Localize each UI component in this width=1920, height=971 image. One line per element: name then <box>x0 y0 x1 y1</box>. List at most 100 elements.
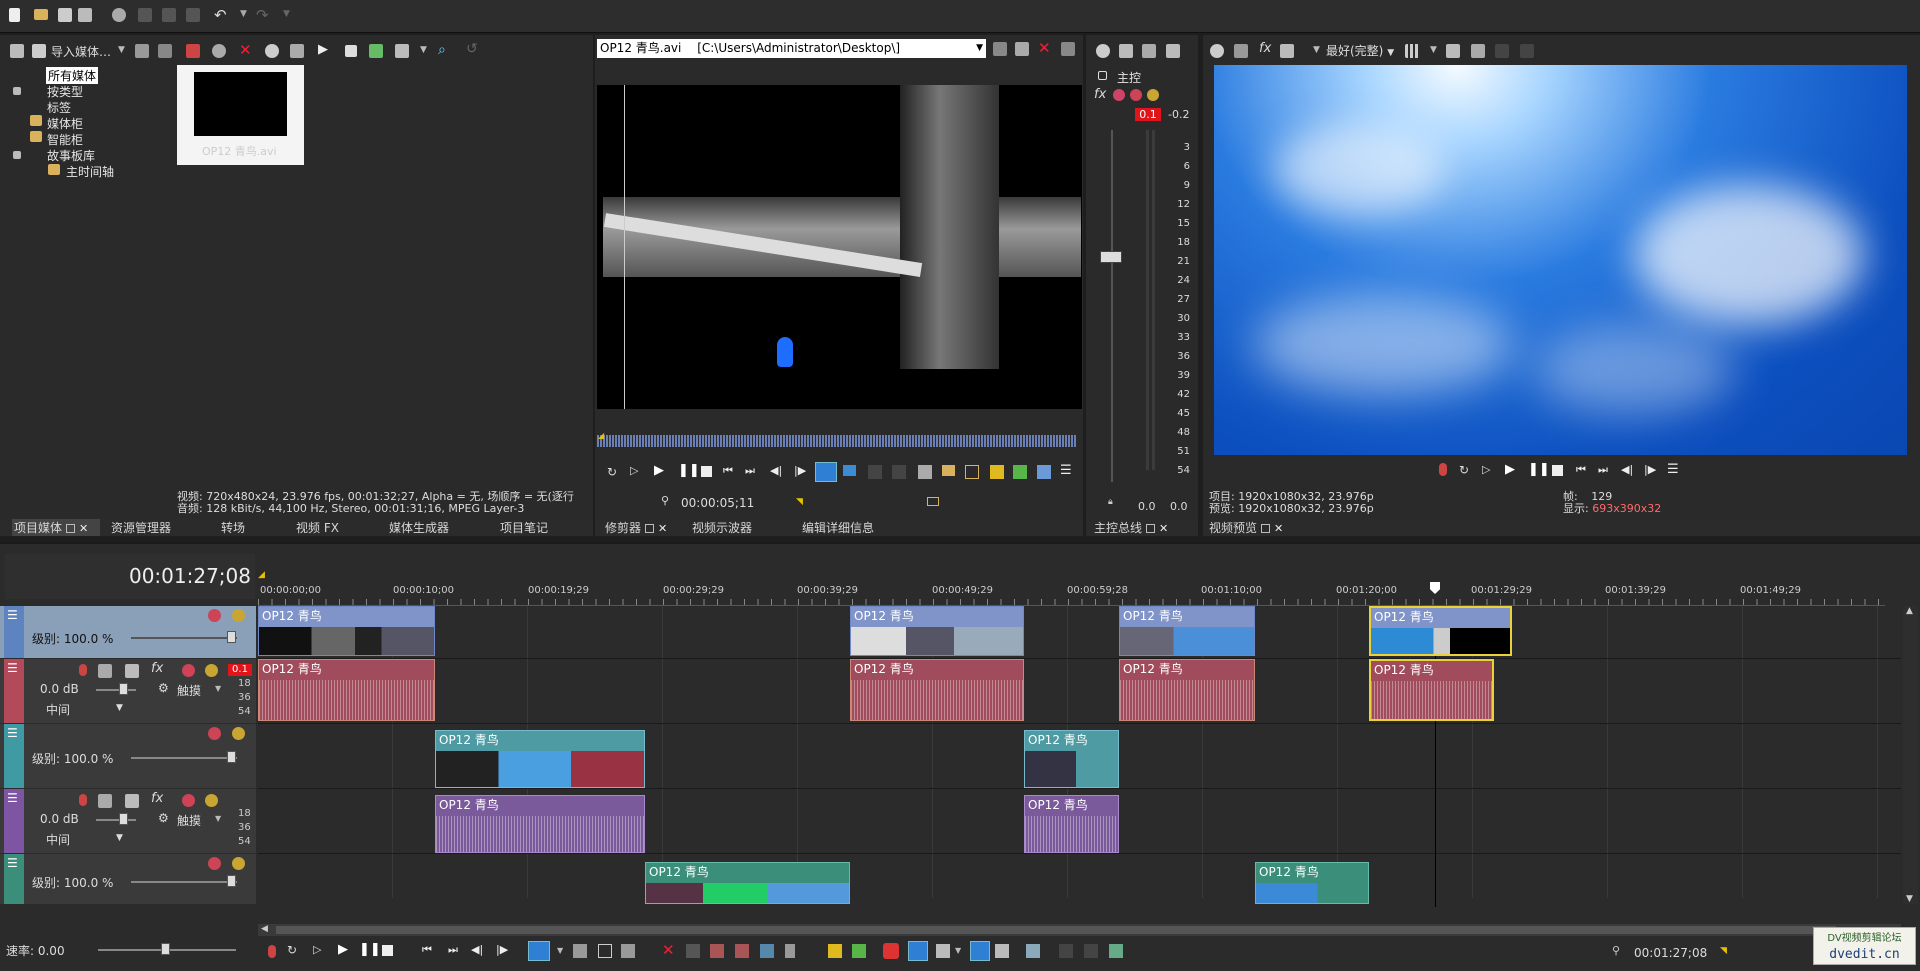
mute-icon[interactable] <box>208 857 221 870</box>
video-clip[interactable]: OP12 青鸟 <box>850 606 1024 656</box>
tab-project-notes[interactable]: 项目笔记 <box>500 519 548 536</box>
track-fx-label[interactable]: 触摸 <box>177 812 201 829</box>
delete-icon[interactable]: ✕ <box>662 941 676 959</box>
solo-icon[interactable] <box>1147 89 1159 101</box>
rotate-icon[interactable]: ↺ <box>466 41 478 57</box>
playhead-line[interactable] <box>624 85 625 409</box>
undo-dropdown-icon[interactable]: ▼ <box>240 9 247 19</box>
views-menu-icon[interactable] <box>395 44 409 58</box>
tab-project-media[interactable]: 项目媒体 ✕ <box>12 519 101 536</box>
scroll-left-icon[interactable]: ◀ <box>261 924 268 934</box>
solo-icon[interactable] <box>232 727 245 740</box>
volume-knob[interactable] <box>119 813 128 825</box>
audio-clip[interactable]: OP12 青鸟 <box>1119 659 1255 721</box>
save-as-icon[interactable] <box>78 8 92 22</box>
selection-tool-icon[interactable] <box>598 944 612 958</box>
trimmer-overview-bar[interactable] <box>597 435 1077 447</box>
paste-icon[interactable] <box>186 8 200 22</box>
trimmer-options-icon[interactable] <box>1061 42 1075 56</box>
media-thumbnail[interactable]: OP12 青鸟.avi <box>177 65 304 165</box>
insert-icon[interactable] <box>868 465 882 479</box>
mark-in-icon[interactable]: ◥ <box>796 497 803 507</box>
tree-item-media-bins[interactable]: 媒体柜 <box>47 115 83 132</box>
audio-clip[interactable]: OP12 青鸟 <box>850 659 1024 721</box>
chevron-down-icon[interactable]: ▼ <box>215 814 221 823</box>
stop-icon[interactable] <box>701 466 712 477</box>
next-frame-icon[interactable]: |▶ <box>1644 463 1658 477</box>
settings-gear-icon[interactable] <box>112 8 126 22</box>
overwrite-icon[interactable] <box>843 465 856 476</box>
record-mic-icon[interactable] <box>1439 463 1447 476</box>
copy-icon[interactable] <box>162 8 176 22</box>
solo-icon[interactable] <box>232 857 245 870</box>
properties-gear-icon[interactable] <box>265 44 279 58</box>
go-to-end-icon[interactable]: ⏭ <box>448 943 462 957</box>
play-icon[interactable]: ▶ <box>318 42 328 57</box>
normal-edit-tool-icon[interactable] <box>528 941 550 961</box>
pause-icon[interactable]: ❚❚ <box>359 942 381 957</box>
mixer-settings-icon[interactable] <box>1166 44 1180 58</box>
video-clip[interactable]: OP12 青鸟 <box>435 730 645 788</box>
lock-icon[interactable]: 🔒︎ <box>1108 497 1113 507</box>
tab-media-generators[interactable]: 媒体生成器 <box>389 519 449 536</box>
play-from-start-icon[interactable]: ▷ <box>630 464 644 478</box>
vertical-scrollbar[interactable]: ▲ ▼ <box>1903 606 1918 904</box>
stop-icon[interactable] <box>345 45 357 57</box>
add-to-timeline-icon[interactable] <box>1015 42 1029 56</box>
overlays-grid-icon[interactable] <box>1405 44 1419 58</box>
snapping-icon[interactable] <box>970 941 990 961</box>
downmix-icon[interactable] <box>1119 44 1133 58</box>
fx-chain-icon[interactable]: ⚙ <box>158 681 169 695</box>
clear-trimmer-icon[interactable]: ✕ <box>1038 39 1051 57</box>
tool-icon[interactable] <box>1109 944 1123 958</box>
preview-settings-gear-icon[interactable] <box>1210 44 1224 58</box>
go-to-end-icon[interactable]: ⏭ <box>745 464 759 478</box>
preview-quality-select[interactable]: 最好(完整) ▼ <box>1326 42 1394 59</box>
timeline-ruler[interactable]: 00:00:00;00 00:00:10;00 00:00:19;29 00:0… <box>258 584 1885 606</box>
tab-video-scopes[interactable]: 视频示波器 <box>692 519 752 536</box>
fx-chain-icon[interactable]: ⚙ <box>158 811 169 825</box>
play-icon[interactable]: ▶ <box>338 942 352 957</box>
mute-icon[interactable] <box>1130 89 1142 101</box>
lock-envelopes-icon[interactable] <box>995 944 1009 958</box>
zoom-tool-icon[interactable] <box>621 944 635 958</box>
video-clip[interactable]: OP12 青鸟 <box>645 862 850 904</box>
automation-icon[interactable] <box>125 794 139 808</box>
tab-trimmer[interactable]: 修剪器 ✕ <box>605 519 677 536</box>
import-media-button[interactable]: 导入媒体… <box>51 43 111 60</box>
audio-clip[interactable]: OP12 青鸟 <box>435 795 645 853</box>
prev-frame-icon[interactable]: ◀| <box>770 464 784 478</box>
video-clip[interactable]: OP12 青鸟 <box>258 606 435 656</box>
track-header-5[interactable]: ☰ 级别: 100.0 % <box>0 854 256 904</box>
trim-end-icon[interactable] <box>735 944 749 958</box>
video-clip[interactable]: OP12 青鸟 <box>1024 730 1119 788</box>
chevron-down-icon[interactable]: ▼ <box>1430 45 1437 55</box>
undo-icon[interactable]: ↶ <box>214 6 227 24</box>
track-level-slider[interactable] <box>131 637 237 639</box>
audio-clip[interactable]: OP12 青鸟 <box>1024 795 1119 853</box>
expand-icon[interactable] <box>13 87 21 95</box>
track-fx-label[interactable]: 触摸 <box>177 682 201 699</box>
redo-dropdown-icon[interactable]: ▼ <box>283 9 290 19</box>
fx-chain-icon[interactable] <box>1113 89 1125 101</box>
ignore-grouping-icon[interactable] <box>883 943 899 959</box>
chevron-down-icon[interactable]: ▼ <box>1313 45 1320 55</box>
chevron-down-icon[interactable]: ▼ <box>955 946 961 955</box>
pause-icon[interactable]: ❚❚ <box>1528 462 1550 477</box>
go-to-start-icon[interactable]: ⏮ <box>422 943 436 957</box>
video-clip[interactable]: OP12 青鸟 <box>1255 862 1369 904</box>
loop-playback-icon[interactable] <box>815 462 837 482</box>
loop-icon[interactable]: ↻ <box>607 465 621 479</box>
gear-icon[interactable] <box>1096 44 1110 58</box>
scroll-up-icon[interactable]: ▲ <box>1906 606 1913 616</box>
solo-icon[interactable] <box>205 664 218 677</box>
copy-snapshot-icon[interactable] <box>1446 44 1460 58</box>
go-to-start-icon[interactable]: ⏮ <box>1576 463 1590 477</box>
region-icon[interactable] <box>927 497 939 506</box>
track-level-slider[interactable] <box>131 881 237 883</box>
input-icon[interactable] <box>98 664 112 678</box>
video-clip-selected[interactable]: OP12 青鸟 <box>1369 606 1512 656</box>
level-knob[interactable] <box>227 631 236 643</box>
track-fx-icon[interactable]: fx <box>151 791 163 806</box>
prev-frame-icon[interactable]: ◀| <box>1621 463 1635 477</box>
